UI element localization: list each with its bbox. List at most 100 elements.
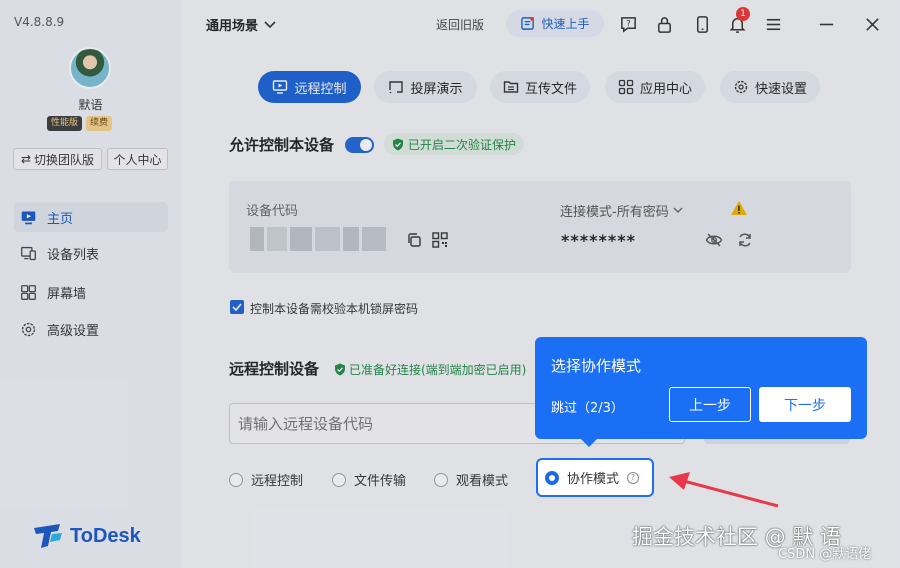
- annotation-arrow: [669, 472, 779, 508]
- two-factor-label: 已开启二次验证保护: [408, 137, 517, 152]
- personal-center-button[interactable]: 个人中心: [107, 148, 168, 170]
- mobile-button[interactable]: [691, 13, 713, 35]
- hamburger-menu-icon: [766, 18, 780, 30]
- csdn-watermark: CSDN @默语佬: [778, 547, 872, 562]
- device-list-icon: [21, 246, 36, 260]
- connection-mode-dropdown[interactable]: 连接模式-所有密码: [560, 201, 683, 220]
- sidebar-item-device-list[interactable]: 设备列表: [14, 238, 168, 268]
- toggle-password-visibility-button[interactable]: [705, 232, 723, 248]
- copy-button[interactable]: [406, 232, 422, 248]
- remote-control-title: 远程控制设备: [229, 360, 320, 378]
- device-code-redacted: [250, 227, 386, 251]
- menu-button[interactable]: [762, 13, 784, 35]
- tab-label: 快速设置: [754, 81, 807, 97]
- quick-start-label: 快速上手: [541, 17, 590, 31]
- tab-screen-cast[interactable]: 投屏演示: [374, 71, 477, 103]
- tab-remote-control[interactable]: 远程控制: [258, 71, 361, 103]
- lock-password-label: 控制本设备需校验本机锁屏密码: [250, 302, 419, 316]
- mode-collaboration-radio[interactable]: 协作模式 ?: [536, 458, 654, 497]
- warning-icon: [731, 201, 747, 215]
- tab-file-transfer[interactable]: 互传文件: [490, 71, 590, 103]
- radio-label: 协作模式: [567, 472, 620, 487]
- shield-check-icon: [393, 138, 403, 150]
- next-step-button[interactable]: 下一步: [759, 387, 851, 422]
- qr-code-icon: [432, 232, 448, 248]
- close-button[interactable]: [861, 13, 883, 35]
- tooltip-title: 选择协作模式: [551, 357, 642, 375]
- help-button[interactable]: ?: [617, 13, 639, 35]
- monitor-icon: [21, 211, 36, 224]
- radio-label: 观看模式: [456, 474, 509, 489]
- tab-label: 投屏演示: [410, 81, 463, 97]
- badge-row: 性能版 续费: [47, 116, 113, 131]
- previous-step-button[interactable]: 上一步: [669, 387, 751, 422]
- mode-view-radio[interactable]: 观看模式: [434, 470, 508, 489]
- ready-status-label: 已准备好连接(端到端加密已启用): [349, 363, 527, 377]
- grid-icon: [21, 284, 36, 300]
- chevron-down-icon: [673, 207, 683, 213]
- switch-team-button[interactable]: ⇄ 切换团队版: [13, 148, 102, 170]
- question-icon[interactable]: ?: [627, 471, 640, 484]
- username: 默语: [78, 98, 103, 112]
- mobile-icon: [696, 15, 708, 33]
- renew-badge[interactable]: 续费: [86, 116, 113, 131]
- gear-icon: [21, 322, 36, 336]
- sidebar-item-label: 屏幕墙: [47, 286, 87, 302]
- allow-control-title: 允许控制本设备: [229, 136, 335, 154]
- minimize-button[interactable]: [815, 13, 837, 35]
- notification-count-badge: 1: [736, 7, 750, 21]
- old-version-link[interactable]: 返回旧版: [436, 16, 484, 33]
- apps-grid-icon: [618, 79, 634, 95]
- version-label: V4.8.8.9: [14, 15, 65, 29]
- refresh-icon: [739, 233, 751, 247]
- skip-link[interactable]: 跳过（2/3）: [551, 397, 624, 416]
- cast-icon: [389, 81, 404, 94]
- device-password: ********: [561, 231, 636, 250]
- ready-status: 已准备好连接(端到端加密已启用): [334, 361, 526, 378]
- radio-dot: [434, 472, 448, 487]
- allow-control-toggle[interactable]: [345, 137, 374, 153]
- sidebar-item-home[interactable]: 主页: [14, 202, 168, 232]
- tab-label: 远程控制: [294, 81, 347, 97]
- quick-start-button[interactable]: 快速上手: [506, 10, 604, 37]
- eye-off-icon: [705, 233, 723, 247]
- tab-quick-settings[interactable]: 快速设置: [720, 71, 820, 103]
- sidebar-item-screen-wall[interactable]: 屏幕墙: [14, 277, 168, 307]
- mode-file-transfer-radio[interactable]: 文件传输: [332, 470, 406, 489]
- sidebar-item-label: 高级设置: [47, 323, 100, 339]
- book-icon: [521, 16, 535, 30]
- monitor-icon: [273, 80, 288, 94]
- scene-dropdown[interactable]: 通用场景: [206, 15, 276, 34]
- tab-app-center[interactable]: 应用中心: [605, 71, 705, 103]
- avatar[interactable]: [69, 47, 111, 89]
- folder-transfer-icon: [503, 81, 519, 93]
- scene-label: 通用场景: [206, 19, 259, 34]
- svg-text:?: ?: [626, 19, 631, 29]
- copy-icon: [408, 233, 421, 247]
- lock-icon: [657, 16, 671, 33]
- refresh-password-button[interactable]: [737, 232, 753, 248]
- performance-badge[interactable]: 性能版: [47, 116, 83, 131]
- switch-icon: ⇄: [20, 152, 32, 166]
- todesk-logo: ToDesk: [34, 524, 141, 548]
- lock-password-checkbox[interactable]: [230, 300, 244, 314]
- switch-team-label: 切换团队版: [34, 152, 95, 167]
- shield-check-icon: [335, 363, 345, 376]
- lock-button[interactable]: [653, 13, 675, 35]
- tab-label: 应用中心: [639, 81, 692, 97]
- minimize-icon: [819, 23, 833, 25]
- radio-label: 远程控制: [251, 474, 304, 489]
- radio-dot: [229, 472, 243, 487]
- warning-button[interactable]: [730, 200, 748, 216]
- device-code-label: 设备代码: [246, 204, 299, 219]
- todesk-logo-icon: [34, 524, 62, 548]
- gear-icon: [734, 80, 748, 94]
- onboarding-tooltip: 选择协作模式 跳过（2/3） 上一步 下一步: [535, 337, 867, 447]
- sidebar-item-label: 设备列表: [47, 247, 100, 263]
- logo-text: ToDesk: [70, 524, 141, 547]
- sidebar-item-advanced-settings[interactable]: 高级设置: [14, 314, 168, 344]
- two-factor-badge[interactable]: 已开启二次验证保护: [384, 133, 525, 155]
- mode-remote-control-radio[interactable]: 远程控制: [229, 470, 303, 489]
- qr-code-button[interactable]: [432, 232, 448, 248]
- connection-mode-label: 连接模式-所有密码: [560, 205, 669, 220]
